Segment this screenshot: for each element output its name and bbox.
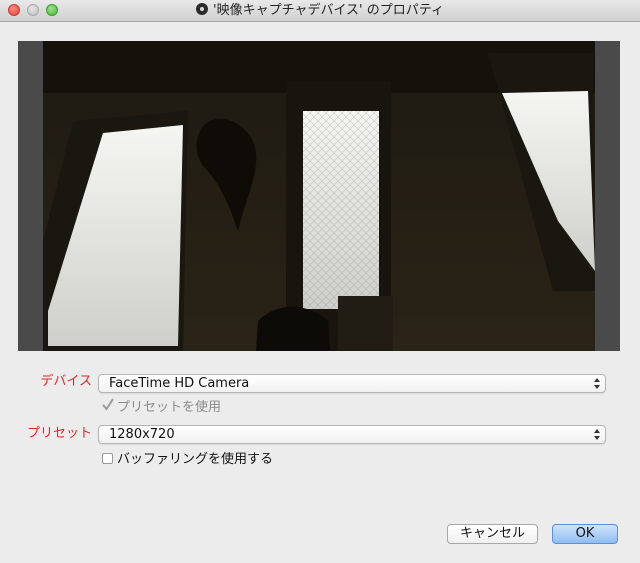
preset-label: プリセット bbox=[26, 426, 92, 441]
obs-app-icon bbox=[196, 3, 208, 15]
use-preset-checkbox[interactable] bbox=[102, 398, 114, 412]
title-bar: '映像キャプチャデバイス' のプロパティ bbox=[0, 0, 640, 22]
cancel-button[interactable]: キャンセル bbox=[447, 524, 538, 544]
use-preset-label: プリセットを使用 bbox=[117, 400, 222, 415]
checkmark-icon bbox=[102, 398, 114, 411]
up-down-arrows-icon bbox=[594, 378, 600, 389]
device-select-value: FaceTime HD Camera bbox=[109, 376, 250, 391]
preset-select[interactable]: 1280x720 bbox=[98, 425, 606, 444]
camera-preview-image bbox=[18, 41, 620, 351]
use-preset-checkbox-row[interactable]: プリセットを使用 bbox=[102, 398, 222, 416]
use-buffering-checkbox[interactable] bbox=[102, 453, 113, 464]
up-down-arrows-icon bbox=[594, 429, 600, 440]
preset-select-value: 1280x720 bbox=[109, 427, 175, 442]
ok-button[interactable]: OK bbox=[552, 524, 618, 544]
window-title-container: '映像キャプチャデバイス' のプロパティ bbox=[0, 3, 640, 19]
window-title: '映像キャプチャデバイス' のプロパティ bbox=[213, 3, 444, 18]
camera-preview bbox=[18, 41, 620, 351]
use-buffering-label: バッファリングを使用する bbox=[117, 452, 274, 467]
device-select[interactable]: FaceTime HD Camera bbox=[98, 374, 606, 393]
use-buffering-checkbox-row[interactable]: バッファリングを使用する bbox=[102, 452, 273, 468]
device-label: デバイス bbox=[40, 374, 92, 389]
